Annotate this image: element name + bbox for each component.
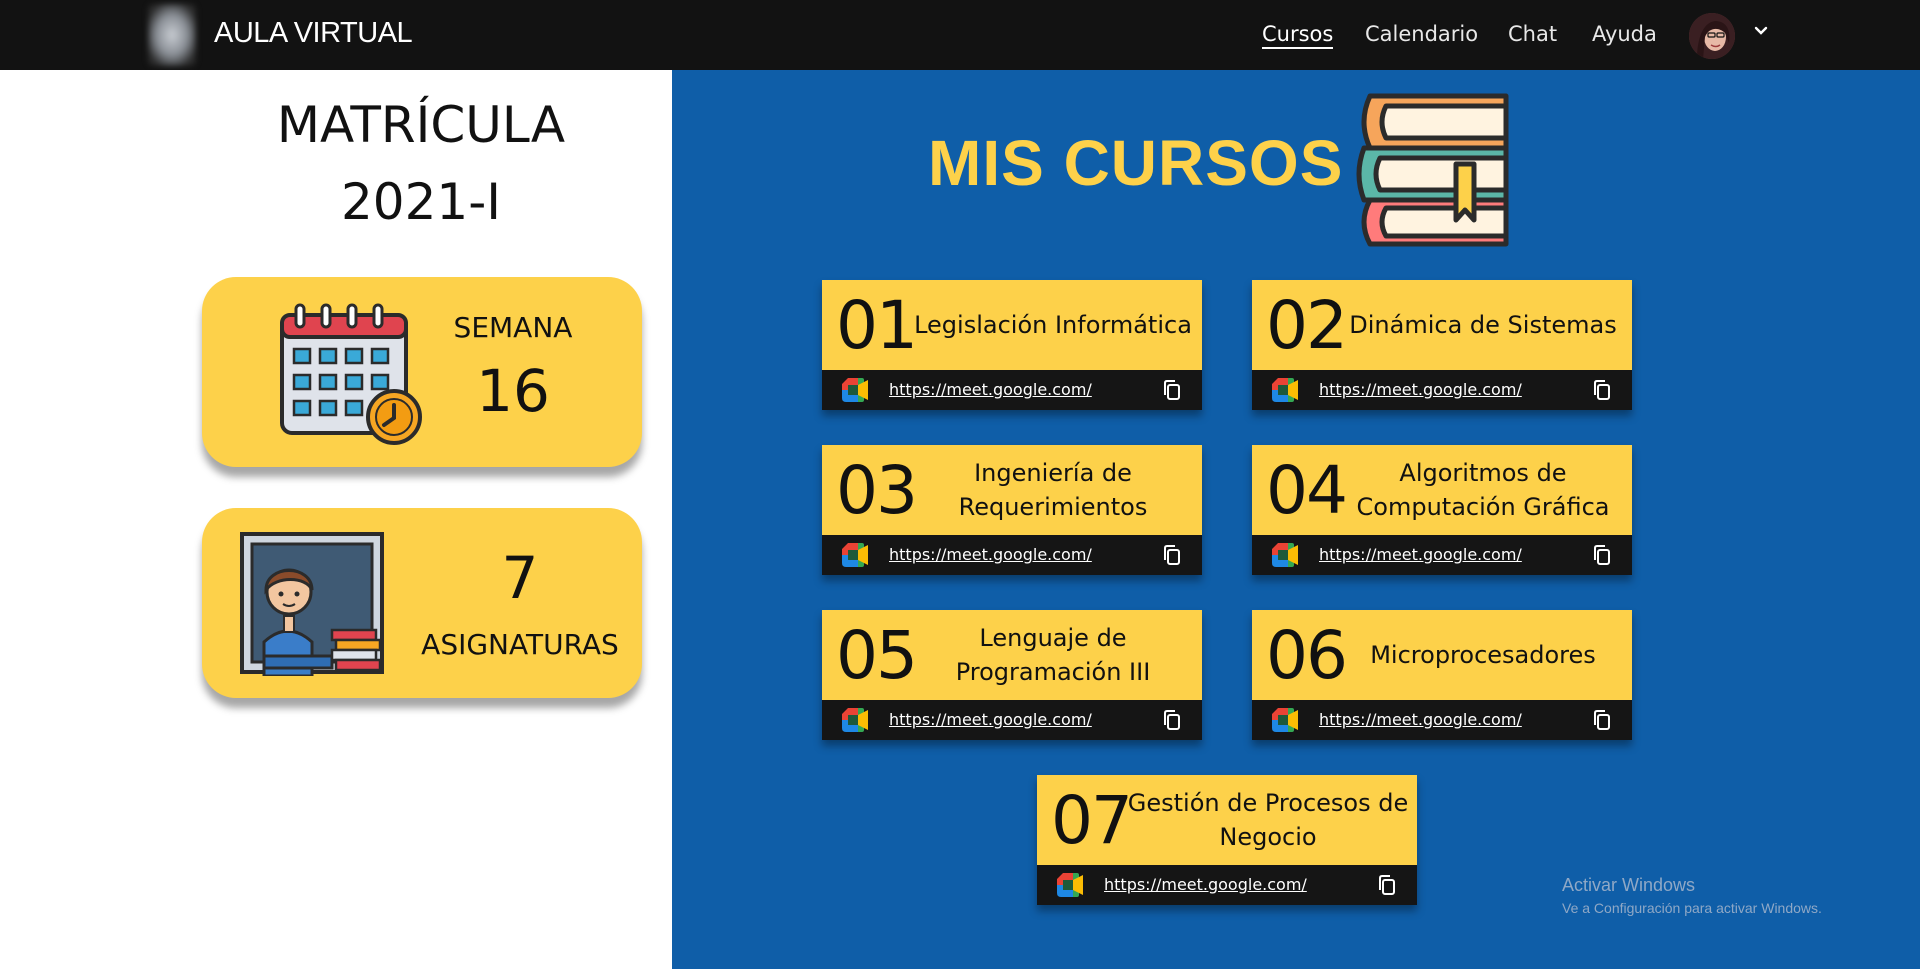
windows-watermark-title: Activar Windows (1562, 875, 1696, 895)
course-card-02[interactable]: 02 Dinámica de Sistemas https://meet.goo… (1252, 280, 1632, 410)
google-meet-icon (842, 378, 868, 402)
course-number: 05 (836, 617, 918, 694)
course-card-01[interactable]: 01 Legislación Informática https://meet.… (822, 280, 1202, 410)
meet-link[interactable]: https://meet.google.com/ (889, 710, 1092, 729)
copy-icon[interactable] (1593, 545, 1611, 565)
google-meet-icon (1272, 543, 1298, 567)
course-name[interactable]: Gestión de Procesos de Negocio (1125, 775, 1411, 865)
google-meet-icon (842, 708, 868, 732)
nav-calendario[interactable]: Calendario (1365, 22, 1478, 46)
course-name[interactable]: Algoritmos de Computación Gráfica (1340, 445, 1626, 535)
avatar[interactable] (1689, 13, 1735, 59)
week-label: SEMANA (453, 311, 573, 344)
copy-icon[interactable] (1163, 380, 1181, 400)
google-meet-icon (1057, 873, 1083, 897)
meet-link[interactable]: https://meet.google.com/ (1319, 380, 1522, 399)
calendar-clock-icon (280, 303, 422, 445)
course-name[interactable]: Legislación Informática (910, 280, 1196, 370)
meet-link[interactable]: https://meet.google.com/ (1319, 710, 1522, 729)
course-card-05[interactable]: 05 Lenguaje de Programación III https://… (822, 610, 1202, 740)
copy-icon[interactable] (1593, 380, 1611, 400)
course-card-04[interactable]: 04 Algoritmos de Computación Gráfica htt… (1252, 445, 1632, 575)
nav-cursos[interactable]: Cursos (1262, 22, 1334, 49)
course-number: 04 (1266, 452, 1348, 529)
course-number: 03 (836, 452, 918, 529)
copy-icon[interactable] (1593, 710, 1611, 730)
course-number: 06 (1266, 617, 1348, 694)
course-name[interactable]: Microprocesadores (1340, 610, 1626, 700)
copy-icon[interactable] (1163, 710, 1181, 730)
meet-link[interactable]: https://meet.google.com/ (889, 380, 1092, 399)
copy-icon[interactable] (1163, 545, 1181, 565)
week-card: SEMANA 16 (202, 277, 642, 467)
top-navbar: AULA VIRTUAL Cursos Calendario Chat Ayud… (0, 0, 1920, 70)
course-card-03[interactable]: 03 Ingeniería de Requerimientos https://… (822, 445, 1202, 575)
windows-watermark-subtitle: Ve a Configuración para activar Windows. (1562, 900, 1822, 916)
subjects-label: ASIGNATURAS (421, 628, 619, 661)
google-meet-icon (842, 543, 868, 567)
course-number: 02 (1266, 287, 1348, 364)
brand-title[interactable]: AULA VIRTUAL (214, 17, 413, 50)
logo[interactable] (148, 4, 196, 66)
meet-link[interactable]: https://meet.google.com/ (1319, 545, 1522, 564)
course-number: 01 (836, 287, 918, 364)
course-name[interactable]: Ingeniería de Requerimientos (910, 445, 1196, 535)
course-number: 07 (1051, 782, 1133, 859)
meet-link[interactable]: https://meet.google.com/ (889, 545, 1092, 564)
chevron-down-icon[interactable] (1754, 24, 1768, 38)
copy-icon[interactable] (1378, 875, 1396, 895)
nav-chat[interactable]: Chat (1508, 22, 1557, 46)
google-meet-icon (1272, 378, 1298, 402)
course-name[interactable]: Lenguaje de Programación III (910, 610, 1196, 700)
courses-title: MIS CURSOS (928, 127, 1344, 199)
google-meet-icon (1272, 708, 1298, 732)
course-card-06[interactable]: 06 Microprocesadores https://meet.google… (1252, 610, 1632, 740)
course-card-07[interactable]: 07 Gestión de Procesos de Negocio https:… (1037, 775, 1417, 905)
subjects-value: 7 (501, 544, 539, 612)
meet-link[interactable]: https://meet.google.com/ (1104, 875, 1307, 894)
course-name[interactable]: Dinámica de Sistemas (1340, 280, 1626, 370)
week-value: 16 (476, 357, 550, 425)
nav-ayuda[interactable]: Ayuda (1592, 22, 1657, 46)
subjects-card: 7 ASIGNATURAS (202, 508, 642, 698)
teacher-icon (240, 532, 384, 676)
books-icon (1356, 93, 1509, 247)
